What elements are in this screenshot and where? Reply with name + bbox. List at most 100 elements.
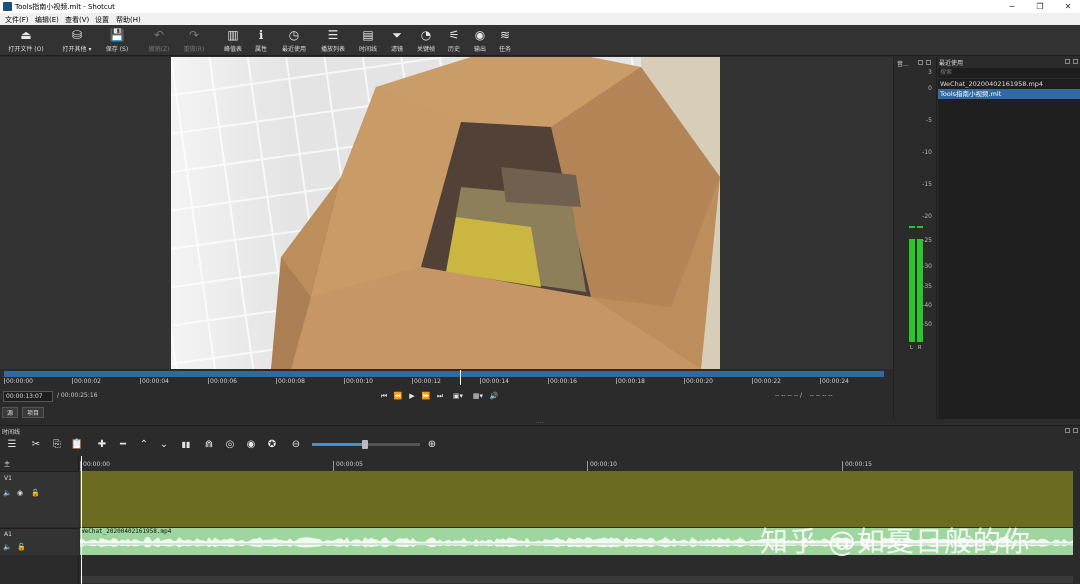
remove-icon[interactable]: ━ — [116, 437, 130, 453]
video-frame[interactable] — [171, 57, 720, 369]
player-playhead[interactable] — [460, 370, 461, 385]
meter-scale-label: 3 — [928, 69, 932, 76]
peak-marker-right — [917, 226, 923, 228]
history-icon: ⚟ — [448, 28, 460, 42]
track-header-a1[interactable]: A1 🔈 🔓 — [0, 528, 79, 555]
main-toolbar: ⏏ 打开文件 (O) ⛁ 打开其他 ▾ 💾 保存 (S) ↶ 撤销(Z) ↷ 重做(R) … — [0, 25, 1080, 56]
meter-header: 音... — [897, 61, 909, 68]
open-file-icon: ⏏ — [20, 28, 32, 42]
lock-icon[interactable]: 🔓 — [17, 543, 26, 551]
open-file-button[interactable]: ⏏ 打开文件 (O) — [3, 25, 49, 56]
close-icon[interactable] — [1073, 428, 1078, 433]
split-icon[interactable]: ▮▮ — [178, 437, 194, 453]
timeline-playhead[interactable] — [81, 456, 82, 584]
playlist-button[interactable]: ☰ 播放列表 — [316, 25, 350, 56]
skip-previous-button[interactable]: ⏮ — [379, 391, 389, 401]
redo-button[interactable]: ↷ 重做(R) — [180, 25, 208, 56]
zoom-slider-fill — [312, 443, 367, 446]
menu-settings[interactable]: 设置 — [95, 15, 109, 25]
filter-icon: ⏷ — [392, 28, 402, 42]
ruler-tick: 00:00:22 — [752, 378, 781, 385]
close-icon[interactable] — [926, 60, 931, 65]
recent-search-input[interactable]: 搜索 — [938, 68, 1080, 78]
timeline-icon: ▤ — [362, 28, 374, 42]
tab-project[interactable]: 项目 — [22, 407, 45, 418]
lock-icon[interactable]: 🔓 — [31, 489, 40, 497]
level-bar-right — [917, 239, 923, 342]
ruler-tick: 00:00:12 — [412, 378, 441, 385]
timeline-tick: 00:00:10 — [587, 461, 617, 471]
level-bar-left — [909, 239, 915, 342]
timecode-field[interactable]: 00:00:13:07 — [3, 391, 53, 402]
overwrite-icon[interactable]: ⌄ — [157, 437, 171, 453]
export-icon: ◉ — [474, 28, 486, 42]
keyframes-button[interactable]: ◔ 关键帧 — [413, 25, 439, 56]
close-button[interactable]: ✕ — [1061, 1, 1075, 12]
channel-label-left: L — [910, 345, 913, 351]
scrub-bar[interactable] — [4, 371, 884, 377]
mute-icon[interactable]: 🔈 — [3, 543, 12, 551]
rewind-button[interactable]: ⏪ — [393, 391, 403, 401]
undo-button[interactable]: ↶ 撤销(Z) — [145, 25, 173, 56]
export-button[interactable]: ◉ 输出 — [469, 25, 491, 56]
ripple-icon[interactable]: ◉ — [244, 437, 258, 453]
maximize-button[interactable]: ❐ — [1033, 1, 1047, 12]
zoom-out-icon[interactable]: ⊖ — [289, 437, 303, 453]
open-other-button[interactable]: ⛁ 打开其他 ▾ — [58, 25, 96, 56]
video-track-v1[interactable] — [80, 471, 1073, 527]
playlist-icon: ☰ — [327, 28, 339, 42]
play-button[interactable]: ▶ — [407, 391, 417, 401]
cut-icon[interactable]: ✂ — [29, 437, 43, 453]
recent-panel-title: 最近使用 — [939, 60, 964, 67]
filters-button[interactable]: ⏷ 滤镜 — [386, 25, 408, 56]
peak-marker-left — [909, 226, 915, 228]
volume-button[interactable]: 🔊 — [489, 391, 499, 401]
timeline-button[interactable]: ▤ 时间线 — [354, 25, 382, 56]
menu-view[interactable]: 查看(V) — [65, 15, 89, 25]
tab-source[interactable]: 源 — [2, 407, 19, 418]
lift-icon[interactable]: ⌃ — [137, 437, 151, 453]
properties-button[interactable]: ℹ 属性 — [250, 25, 272, 56]
track-header-v1[interactable]: V1 🔈 ◉ 🔓 — [0, 471, 79, 527]
save-icon: 💾 — [109, 28, 125, 42]
minimize-button[interactable]: ─ — [1005, 1, 1019, 12]
transport-bar — [0, 387, 893, 405]
zoom-in-icon[interactable]: ⊕ — [425, 437, 439, 453]
history-button[interactable]: ⚟ 历史 — [443, 25, 465, 56]
save-button[interactable]: 💾 保存 (S) — [100, 25, 134, 56]
zoom-button[interactable]: ▣▾ — [449, 391, 467, 401]
track-headers: 主 V1 🔈 ◉ 🔓 A1 🔈 🔓 — [0, 456, 79, 584]
track-name: V1 — [4, 475, 12, 482]
timeline-scrollbar[interactable] — [80, 576, 1073, 583]
paste-icon[interactable]: 📋 — [70, 437, 84, 453]
scrub-icon[interactable]: ◎ — [223, 437, 237, 453]
eye-icon[interactable]: ◉ — [17, 489, 23, 497]
snap-icon[interactable]: ⋒ — [202, 437, 216, 453]
ruler-tick: 00:00:14 — [480, 378, 509, 385]
mute-icon[interactable]: 🔈 — [3, 489, 12, 497]
grid-button[interactable]: ▦▾ — [469, 391, 487, 401]
menu-file[interactable]: 文件(F) — [5, 15, 29, 25]
float-icon[interactable] — [918, 60, 923, 65]
menu-edit[interactable]: 编辑(E) — [35, 15, 59, 25]
peak-meter-button[interactable]: ▥ 峰值表 — [219, 25, 247, 56]
recent-item[interactable]: WeChat_20200402161958.mp4 — [938, 79, 1080, 89]
float-icon[interactable] — [1065, 428, 1070, 433]
timeline-panel-title: 时间线 — [2, 429, 21, 436]
ruler-tick: 00:00:24 — [820, 378, 849, 385]
menu-help[interactable]: 帮助(H) — [116, 15, 141, 25]
recent-item-selected[interactable]: Tools指南小视频.mlt — [938, 89, 1080, 99]
timeline-ruler[interactable] — [80, 456, 1080, 471]
jobs-button[interactable]: ≋ 任务 — [494, 25, 516, 56]
player-scrub-ruler[interactable]: 00:00:00 00:00:02 00:00:04 00:00:06 00:0… — [4, 370, 884, 385]
float-icon[interactable] — [1065, 59, 1070, 64]
close-icon[interactable] — [1073, 59, 1078, 64]
recent-button[interactable]: ◷ 最近使用 — [277, 25, 311, 56]
ripple-all-icon[interactable]: ✪ — [265, 437, 279, 453]
zoom-slider-handle[interactable] — [362, 440, 368, 449]
timeline-menu-icon[interactable]: ☰ — [5, 437, 19, 453]
fast-forward-button[interactable]: ⏩ — [421, 391, 431, 401]
copy-icon[interactable]: ⎘ — [50, 437, 64, 453]
skip-next-button[interactable]: ⏭ — [435, 391, 445, 401]
append-icon[interactable]: ✚ — [95, 437, 109, 453]
